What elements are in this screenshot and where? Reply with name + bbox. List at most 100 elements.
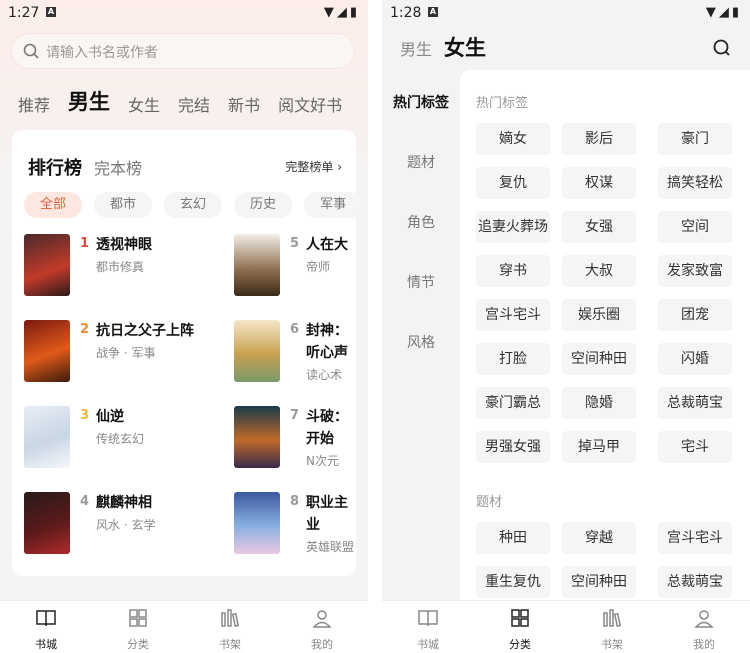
tag-item[interactable]: 豪门霸总 <box>476 387 550 419</box>
book-icon <box>418 610 438 627</box>
book-title: 斗破： <box>306 409 348 425</box>
tab-female[interactable]: 女生 <box>128 92 160 116</box>
chip-fantasy[interactable]: 玄幻 <box>164 192 223 218</box>
tag-item[interactable]: 复仇 <box>476 167 550 199</box>
nav-category[interactable]: 分类 <box>108 607 168 652</box>
tag-item[interactable]: 空间种田 <box>562 343 636 375</box>
nav-profile[interactable]: 我的 <box>674 607 734 652</box>
status-icons: ▼◢▮ <box>324 5 360 20</box>
sidebar-item-style[interactable]: 风格 <box>382 332 460 352</box>
tab-new[interactable]: 新书 <box>228 92 260 116</box>
nav-bookshelf[interactable]: 书架 <box>582 607 642 652</box>
tag-item[interactable]: 团宠 <box>658 299 732 331</box>
book-category: 都市修真 <box>96 260 145 274</box>
nav-label: 分类 <box>509 638 531 651</box>
chip-military[interactable]: 军事 <box>304 192 363 218</box>
tag-item[interactable]: 大叔 <box>562 255 636 287</box>
tab-male[interactable]: 男生 <box>68 86 110 116</box>
ranking-title[interactable]: 排行榜 <box>28 158 82 179</box>
tab-good-books[interactable]: 阅文好书 <box>278 92 342 116</box>
category-tabs: 推荐 男生 女生 完结 新书 阅文好书 <box>18 86 360 116</box>
sidebar-item-hot-tags[interactable]: 热门标签 <box>382 92 460 112</box>
tag-item[interactable]: 打脸 <box>476 343 550 375</box>
chip-all[interactable]: 全部 <box>24 192 83 218</box>
book-category: 读心术 <box>306 368 343 382</box>
chip-urban[interactable]: 都市 <box>94 192 153 218</box>
tag-item[interactable]: 总裁萌宝 <box>658 387 732 419</box>
gender-tabs: 男生 女生 <box>400 32 486 62</box>
status-bar: 1:27 A ▼◢▮ <box>0 0 368 26</box>
book-rank: 7 <box>290 408 300 423</box>
tab-female[interactable]: 女生 <box>444 36 486 60</box>
nav-label: 书架 <box>601 638 623 651</box>
book-cover <box>24 234 70 296</box>
battery-icon: ▮ <box>731 5 742 20</box>
book-item[interactable]: 8 职业主 业 英雄联盟 <box>234 492 356 562</box>
sidebar-item-role[interactable]: 角色 <box>382 212 460 232</box>
tag-item[interactable]: 宫斗宅斗 <box>658 522 732 554</box>
book-item[interactable]: 4 麒麟神相 风水 · 玄学 <box>24 492 204 560</box>
tag-item[interactable]: 宅斗 <box>658 431 732 463</box>
user-icon <box>694 610 714 628</box>
tab-finished[interactable]: 完结 <box>178 92 210 116</box>
nav-bookshelf[interactable]: 书架 <box>200 607 260 652</box>
tag-item[interactable]: 宫斗宅斗 <box>476 299 550 331</box>
tag-item[interactable]: 男强女强 <box>476 431 550 463</box>
signal-icon: ◢ <box>718 5 732 20</box>
book-title-line2: 业 <box>306 517 320 533</box>
status-bar: 1:28 A ▼◢▮ <box>382 0 750 26</box>
tag-item[interactable]: 闪婚 <box>658 343 732 375</box>
tag-item[interactable]: 隐婚 <box>562 387 636 419</box>
tag-item[interactable]: 掉马甲 <box>562 431 636 463</box>
tag-panel: 热门标签 嫡女 影后 豪门 复仇 权谋 搞笑轻松 追妻火葬场 女强 空间 穿书 大叔 发家致富 宫斗宅斗… <box>460 70 750 610</box>
book-item[interactable]: 5 人在大 帝师 <box>234 234 356 302</box>
search-input[interactable]: 请输入书名或作者 <box>12 34 354 68</box>
search-icon[interactable] <box>712 38 732 58</box>
book-cover <box>234 320 280 382</box>
tag-item[interactable]: 种田 <box>476 522 550 554</box>
full-ranking-link[interactable]: 完整榜单 › <box>285 158 342 175</box>
book-cover <box>24 492 70 554</box>
book-item[interactable]: 7 斗破： 开始 N次元 <box>234 406 356 476</box>
tag-item[interactable]: 总裁萌宝 <box>658 566 732 598</box>
tag-item[interactable]: 权谋 <box>562 167 636 199</box>
ranking-card: 排行榜 完本榜 完整榜单 › 全部 都市 玄幻 历史 军事 1 透视神眼 都市修真 2 抗… <box>12 130 363 576</box>
genre-chips: 全部 都市 玄幻 历史 军事 <box>24 192 368 218</box>
sidebar-item-theme[interactable]: 题材 <box>382 152 460 172</box>
book-title: 封神： <box>306 323 348 339</box>
book-item[interactable]: 6 封神： 听心声 读心术 <box>234 320 356 390</box>
book-title-line2: 听心声 <box>306 345 348 361</box>
complete-ranking-title[interactable]: 完本榜 <box>94 159 142 178</box>
tag-item[interactable]: 搞笑轻松 <box>658 167 732 199</box>
tag-item[interactable]: 穿书 <box>476 255 550 287</box>
chip-history[interactable]: 历史 <box>234 192 293 218</box>
book-cover <box>234 234 280 296</box>
sidebar-item-plot[interactable]: 情节 <box>382 272 460 292</box>
tag-item[interactable]: 重生复仇 <box>476 566 550 598</box>
tag-item[interactable]: 发家致富 <box>658 255 732 287</box>
tab-recommend[interactable]: 推荐 <box>18 92 50 116</box>
book-rank: 3 <box>80 408 90 423</box>
nav-category[interactable]: 分类 <box>490 607 550 652</box>
nav-bookstore[interactable]: 书城 <box>398 607 458 652</box>
tag-item[interactable]: 追妻火葬场 <box>476 211 550 243</box>
wifi-icon: ▼ <box>323 5 337 20</box>
book-item[interactable]: 2 抗日之父子上阵 战争 · 军事 <box>24 320 204 388</box>
book-category: 战争 · 军事 <box>96 346 156 360</box>
tag-item[interactable]: 穿越 <box>562 522 636 554</box>
book-item[interactable]: 1 透视神眼 都市修真 <box>24 234 204 302</box>
tag-item[interactable]: 豪门 <box>658 123 732 155</box>
tag-item[interactable]: 娱乐圈 <box>562 299 636 331</box>
tag-item[interactable]: 空间种田 <box>562 566 636 598</box>
search-icon <box>23 43 39 59</box>
search-placeholder: 请输入书名或作者 <box>46 45 158 61</box>
tag-item[interactable]: 空间 <box>658 211 732 243</box>
nav-profile[interactable]: 我的 <box>292 607 352 652</box>
book-item[interactable]: 3 仙逆 传统玄幻 <box>24 406 204 474</box>
tab-male[interactable]: 男生 <box>400 40 432 59</box>
tag-item[interactable]: 女强 <box>562 211 636 243</box>
nav-bookstore[interactable]: 书城 <box>16 607 76 652</box>
status-time: 1:28 <box>390 5 422 21</box>
tag-item[interactable]: 影后 <box>562 123 636 155</box>
tag-item[interactable]: 嫡女 <box>476 123 550 155</box>
